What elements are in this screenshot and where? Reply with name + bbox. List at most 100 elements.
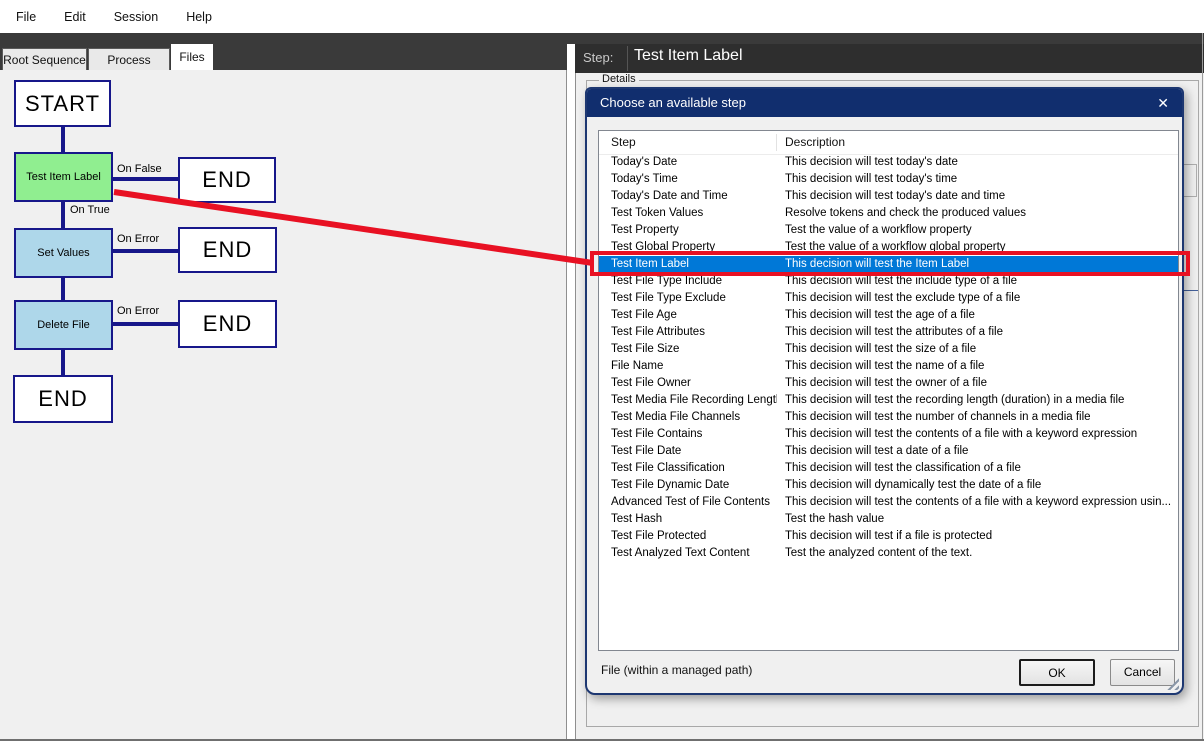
- step-cell: Today's Date: [599, 154, 777, 171]
- tab-root-sequence[interactable]: Root Sequence: [2, 48, 87, 70]
- node-test-item-label[interactable]: Test Item Label: [14, 152, 113, 202]
- step-cell: File Name: [599, 358, 777, 375]
- step-list-row[interactable]: Today's DateThis decision will test toda…: [599, 154, 1178, 171]
- connector-test-to-setvalues: [61, 202, 65, 228]
- step-cell: Test File Date: [599, 443, 777, 460]
- step-list-row[interactable]: Test HashTest the hash value: [599, 511, 1178, 528]
- description-cell: Resolve tokens and check the produced va…: [777, 205, 1178, 222]
- connector-onerror-1: [113, 249, 178, 253]
- step-cell: Test File Owner: [599, 375, 777, 392]
- step-cell: Today's Date and Time: [599, 188, 777, 205]
- tab-files[interactable]: Files: [171, 44, 213, 70]
- menu-help[interactable]: Help: [176, 6, 222, 28]
- menu-edit[interactable]: Edit: [54, 6, 96, 28]
- node-end-onerror-2[interactable]: END: [178, 300, 277, 348]
- step-cell: Test Analyzed Text Content: [599, 545, 777, 562]
- step-cell: Test Global Property: [599, 239, 777, 256]
- step-cell: Test Property: [599, 222, 777, 239]
- tab-process-folder[interactable]: Process Folder: [88, 48, 170, 70]
- step-list-row[interactable]: Test Media File Recording LengthThis dec…: [599, 392, 1178, 409]
- description-cell: This decision will test the name of a fi…: [777, 358, 1178, 375]
- description-cell: This decision will test today's time: [777, 171, 1178, 188]
- description-cell: Test the value of a workflow property: [777, 222, 1178, 239]
- description-cell: This decision will test the contents of …: [777, 494, 1178, 511]
- step-cell: Test Hash: [599, 511, 777, 528]
- step-list-row[interactable]: Advanced Test of File ContentsThis decis…: [599, 494, 1178, 511]
- window-border-right: [1202, 33, 1203, 739]
- step-list-row[interactable]: Test File ClassificationThis decision wi…: [599, 460, 1178, 477]
- description-cell: This decision will test the contents of …: [777, 426, 1178, 443]
- edge-label-on-error-1: On Error: [117, 233, 159, 245]
- details-groupbox-label: Details: [599, 73, 639, 85]
- dialog-footer-note: File (within a managed path): [601, 663, 752, 677]
- step-list-row[interactable]: Test Media File ChannelsThis decision wi…: [599, 409, 1178, 426]
- node-start[interactable]: START: [14, 80, 111, 127]
- column-header-step[interactable]: Step: [599, 134, 777, 151]
- choose-step-dialog: Choose an available step ✕ Step Descript…: [585, 87, 1184, 695]
- step-list-row[interactable]: Test File AgeThis decision will test the…: [599, 307, 1178, 324]
- description-cell: This decision will dynamically test the …: [777, 477, 1178, 494]
- step-cell: Today's Time: [599, 171, 777, 188]
- step-list-header: Step Description: [599, 131, 1178, 155]
- step-label: Step:: [583, 50, 613, 65]
- step-list: Step Description Today's DateThis decisi…: [598, 130, 1179, 651]
- step-list-row[interactable]: Test File DateThis decision will test a …: [599, 443, 1178, 460]
- description-cell: This decision will test if a file is pro…: [777, 528, 1178, 545]
- step-cell: Test File Contains: [599, 426, 777, 443]
- step-list-row[interactable]: Test Analyzed Text ContentTest the analy…: [599, 545, 1178, 562]
- edge-label-on-error-2: On Error: [117, 305, 159, 317]
- toolbar-band: [0, 33, 1204, 44]
- step-cell: Test File Size: [599, 341, 777, 358]
- description-cell: This decision will test the Item Label: [777, 256, 1178, 273]
- description-cell: This decision will test the classificati…: [777, 460, 1178, 477]
- description-cell: This decision will test the size of a fi…: [777, 341, 1178, 358]
- step-list-row[interactable]: Today's Date and TimeThis decision will …: [599, 188, 1178, 205]
- menu-session[interactable]: Session: [104, 6, 168, 28]
- node-end-onfalse[interactable]: END: [178, 157, 276, 203]
- description-cell: This decision will test the owner of a f…: [777, 375, 1178, 392]
- step-field-divider: [627, 46, 628, 71]
- window-border-bottom: [0, 739, 1204, 741]
- description-cell: This decision will test the exclude type…: [777, 290, 1178, 307]
- step-list-row[interactable]: Test File ContainsThis decision will tes…: [599, 426, 1178, 443]
- step-list-row[interactable]: Test Token ValuesResolve tokens and chec…: [599, 205, 1178, 222]
- step-list-row[interactable]: Test Item LabelThis decision will test t…: [599, 256, 1178, 273]
- node-delete-file[interactable]: Delete File: [14, 300, 113, 350]
- step-cell: Test File Age: [599, 307, 777, 324]
- node-end-onerror-1[interactable]: END: [178, 227, 277, 273]
- description-cell: This decision will test the number of ch…: [777, 409, 1178, 426]
- step-list-row[interactable]: Test File SizeThis decision will test th…: [599, 341, 1178, 358]
- step-list-row[interactable]: Test File Type IncludeThis decision will…: [599, 273, 1178, 290]
- description-cell: This decision will test the attributes o…: [777, 324, 1178, 341]
- step-cell: Test File Type Exclude: [599, 290, 777, 307]
- app-window: File Edit Session Help Root Sequence Pro…: [0, 0, 1204, 743]
- column-header-description[interactable]: Description: [777, 134, 1178, 151]
- step-list-row[interactable]: Today's TimeThis decision will test toda…: [599, 171, 1178, 188]
- dialog-title: Choose an available step: [587, 89, 1182, 117]
- menu-file[interactable]: File: [6, 6, 46, 28]
- step-cell: Test Token Values: [599, 205, 777, 222]
- ok-button[interactable]: OK: [1019, 659, 1095, 686]
- step-list-row[interactable]: Test File ProtectedThis decision will te…: [599, 528, 1178, 545]
- description-cell: This decision will test the recording le…: [777, 392, 1178, 409]
- cancel-button[interactable]: Cancel: [1110, 659, 1175, 686]
- description-cell: This decision will test a date of a file: [777, 443, 1178, 460]
- step-list-row[interactable]: File NameThis decision will test the nam…: [599, 358, 1178, 375]
- description-cell: Test the analyzed content of the text.: [777, 545, 1178, 562]
- connector-start-to-test: [61, 127, 65, 152]
- step-cell: Test File Type Include: [599, 273, 777, 290]
- description-cell: Test the hash value: [777, 511, 1178, 528]
- edge-label-on-true: On True: [70, 204, 110, 216]
- step-list-row[interactable]: Test File OwnerThis decision will test t…: [599, 375, 1178, 392]
- description-cell: This decision will test the age of a fil…: [777, 307, 1178, 324]
- step-value: Test Item Label: [634, 47, 743, 65]
- step-list-row[interactable]: Test Global PropertyTest the value of a …: [599, 239, 1178, 256]
- node-end-final[interactable]: END: [13, 375, 113, 423]
- menu-bar: File Edit Session Help: [0, 0, 1204, 33]
- step-list-row[interactable]: Test File Dynamic DateThis decision will…: [599, 477, 1178, 494]
- node-set-values[interactable]: Set Values: [14, 228, 113, 278]
- step-list-row[interactable]: Test File Type ExcludeThis decision will…: [599, 290, 1178, 307]
- step-list-row[interactable]: Test PropertyTest the value of a workflo…: [599, 222, 1178, 239]
- close-icon[interactable]: ✕: [1157, 89, 1169, 117]
- step-list-row[interactable]: Test File AttributesThis decision will t…: [599, 324, 1178, 341]
